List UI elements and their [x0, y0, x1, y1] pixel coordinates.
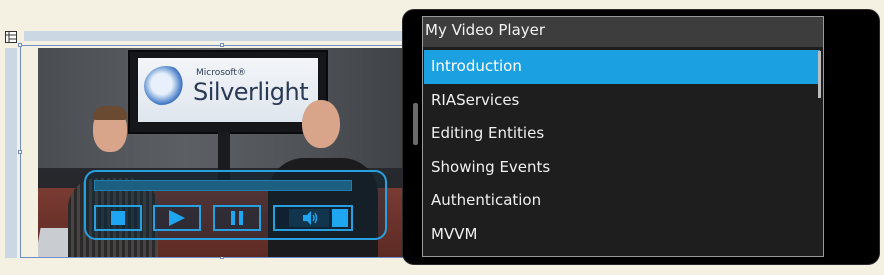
playlist-item[interactable]: Authentication	[424, 184, 820, 218]
pause-icon	[231, 211, 243, 225]
silverlight-logo-icon	[144, 66, 188, 106]
video-person-right-head	[302, 100, 340, 148]
video-tv: Microsoft® Silverlight	[128, 50, 328, 134]
logo-big-text: Silverlight	[193, 78, 309, 106]
volume-button[interactable]	[273, 205, 353, 231]
playlist-item[interactable]: Introduction	[424, 50, 820, 84]
video-tv-screen: Microsoft® Silverlight	[138, 58, 318, 122]
volume-track[interactable]	[289, 209, 329, 227]
playlist-item[interactable]: MVVM	[424, 218, 820, 252]
pause-button[interactable]	[213, 205, 261, 231]
play-button[interactable]	[153, 205, 201, 231]
stop-icon	[111, 211, 125, 225]
logo-small-text: Microsoft®	[196, 68, 246, 78]
playback-controls	[84, 170, 387, 240]
playlist-item[interactable]: Showing Events	[424, 151, 820, 185]
stop-button[interactable]	[94, 205, 142, 231]
volume-slider-thumb[interactable]	[332, 209, 348, 227]
splitter-handle[interactable]	[413, 103, 418, 145]
designer-ruler-left	[5, 48, 17, 258]
video-person-left-hair	[93, 106, 127, 120]
resize-handle[interactable]	[18, 43, 22, 47]
play-icon	[169, 210, 185, 226]
resize-handle[interactable]	[220, 43, 224, 47]
playlist-item[interactable]: RIAServices	[424, 84, 820, 118]
playlist-panel: My Video Player Introduction RIAServices E…	[422, 16, 824, 257]
playlist: Introduction RIAServices Editing Entities S…	[424, 50, 820, 255]
playlist-item[interactable]: Editing Entities	[424, 117, 820, 151]
grid-icon[interactable]	[5, 31, 17, 43]
progress-bar[interactable]	[94, 180, 352, 191]
panel-title: My Video Player	[423, 17, 823, 47]
designer-ruler-top	[24, 31, 424, 41]
resize-handle[interactable]	[18, 150, 22, 154]
playlist-scrollbar[interactable]	[818, 51, 821, 98]
